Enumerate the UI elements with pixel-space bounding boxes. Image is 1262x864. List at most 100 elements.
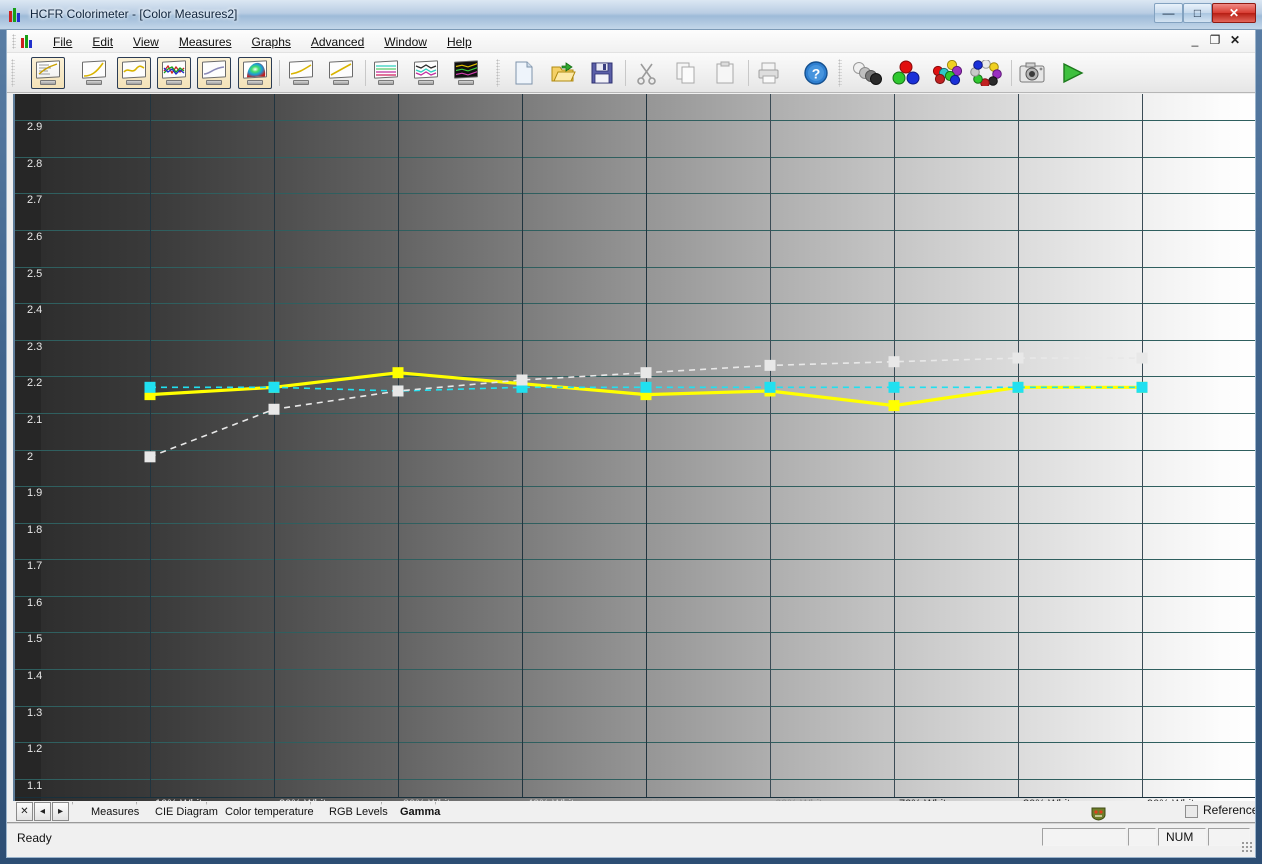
- cut-button[interactable]: [630, 57, 664, 89]
- menu-measures-label: Measures: [178, 34, 232, 49]
- help-button[interactable]: ?: [799, 57, 833, 89]
- reference-checkbox[interactable]: [1185, 805, 1198, 818]
- menu-file[interactable]: File: [43, 32, 82, 52]
- spectrum-view-button[interactable]: [449, 57, 483, 89]
- data-point-marker[interactable]: [516, 374, 528, 386]
- toolbar-separator: [748, 60, 749, 86]
- title-bar: HCFR Colorimeter - [Color Measures2] — □…: [0, 0, 1262, 30]
- data-point-marker[interactable]: [888, 381, 900, 393]
- toolbar-drag-grip[interactable]: [11, 59, 15, 87]
- scissors-icon: [637, 63, 656, 85]
- data-point-marker[interactable]: [392, 385, 404, 397]
- mdi-restore-button[interactable]: ❐: [1207, 33, 1223, 49]
- menu-help-label: Help: [446, 34, 472, 49]
- window-maximize-button[interactable]: □: [1183, 3, 1212, 23]
- open-document-button[interactable]: [546, 57, 580, 89]
- floppy-save-icon: [591, 62, 613, 84]
- data-point-marker[interactable]: [1136, 352, 1148, 364]
- data-point-marker[interactable]: [392, 367, 404, 379]
- window-title: HCFR Colorimeter - [Color Measures2]: [30, 7, 238, 21]
- question-mark-icon: ?: [804, 61, 828, 85]
- toolbar-separator: [365, 60, 366, 86]
- save-document-button[interactable]: [585, 57, 619, 89]
- data-point-marker[interactable]: [1012, 381, 1024, 393]
- tab-next-button[interactable]: ▸: [52, 802, 69, 821]
- saturation-measure-button[interactable]: [929, 57, 963, 89]
- data-point-marker[interactable]: [640, 367, 652, 379]
- tab-separator: [435, 802, 449, 822]
- menu-window[interactable]: Window: [374, 32, 437, 52]
- toolbar-separator: [625, 60, 626, 86]
- toolbar-separator: [1011, 60, 1012, 86]
- data-point-marker[interactable]: [268, 403, 280, 415]
- menu-window-label: Window: [384, 34, 427, 49]
- menu-drag-grip[interactable]: [12, 34, 16, 49]
- capture-button[interactable]: [1015, 57, 1049, 89]
- new-file-icon: [515, 61, 533, 85]
- window-minimize-button[interactable]: —: [1154, 3, 1183, 23]
- paste-button[interactable]: [708, 57, 742, 89]
- data-point-marker[interactable]: [888, 400, 900, 412]
- printer-icon: [758, 62, 779, 84]
- rgb-jagged-view-button[interactable]: [409, 57, 443, 89]
- run-button[interactable]: [1055, 57, 1089, 89]
- print-button[interactable]: [752, 57, 786, 89]
- hcfr-bars-icon: [9, 8, 24, 22]
- data-point-marker[interactable]: [640, 381, 652, 393]
- mdi-minimize-button[interactable]: _: [1187, 33, 1203, 49]
- near-black-view-button[interactable]: [284, 57, 318, 89]
- data-point-marker[interactable]: [1136, 381, 1148, 393]
- copy-button[interactable]: [669, 57, 703, 89]
- luminance-curve-view-button[interactable]: [77, 57, 111, 89]
- rgb-lines-view-button[interactable]: [369, 57, 403, 89]
- toolbar-drag-grip[interactable]: [496, 59, 500, 87]
- plot-series-layer: [144, 352, 1148, 463]
- color-temp-view-button[interactable]: [197, 57, 231, 89]
- menu-bar: File Edit View Measures Graphs Advanced …: [7, 30, 1255, 53]
- saturation-spheres-icon: [932, 60, 962, 86]
- rgb-levels-view-button[interactable]: [157, 57, 191, 89]
- data-point-marker[interactable]: [764, 381, 776, 393]
- full-measure-button[interactable]: [969, 57, 1003, 89]
- menu-graphs[interactable]: Graphs: [242, 32, 301, 52]
- status-pane-2: [1128, 828, 1156, 846]
- tab-prev-button[interactable]: ◂: [34, 802, 51, 821]
- monitor-curve-icon: [80, 60, 108, 85]
- data-point-marker[interactable]: [764, 359, 776, 371]
- application-window: HCFR Colorimeter - [Color Measures2] — □…: [0, 0, 1262, 864]
- primaries-measure-button[interactable]: [889, 57, 923, 89]
- data-point-marker[interactable]: [1012, 352, 1024, 364]
- tab-color-temperature[interactable]: Color temperature: [217, 802, 322, 822]
- grayscale-spheres-icon: [853, 62, 882, 85]
- measures-grid-view-button[interactable]: [31, 57, 65, 89]
- menu-items: File Edit View Measures Graphs Advanced …: [43, 30, 482, 53]
- near-white-view-button[interactable]: [324, 57, 358, 89]
- grayscale-measure-button[interactable]: [849, 57, 883, 89]
- sensor-icon: [1091, 807, 1106, 821]
- gamma-graph[interactable]: 2.9 2.8 2.7 2.6 2.5 2.4 2.3 2.2 2.1 2 1.9 1.8 1.7 1.6…: [13, 94, 1255, 857]
- window-close-button[interactable]: ✕: [1212, 3, 1256, 23]
- data-point-marker[interactable]: [888, 356, 900, 368]
- resize-grip[interactable]: [1241, 841, 1253, 853]
- cie-diagram-view-button[interactable]: [238, 57, 272, 89]
- data-point-marker[interactable]: [268, 381, 280, 393]
- color-wheel-spheres-icon: [970, 60, 1002, 86]
- menu-measures[interactable]: Measures: [169, 32, 242, 52]
- menu-edit[interactable]: Edit: [82, 32, 123, 52]
- toolbar-separator: [279, 60, 280, 86]
- mdi-close-button[interactable]: ✕: [1227, 33, 1243, 49]
- menu-help[interactable]: Help: [437, 32, 482, 52]
- monitor-list-icon: [34, 60, 62, 85]
- tab-close-button[interactable]: ✕: [16, 802, 33, 821]
- menu-view[interactable]: View: [123, 32, 169, 52]
- monitor-curve2-icon: [287, 60, 315, 85]
- svg-text:?: ?: [812, 66, 821, 82]
- gamma-curve-view-button[interactable]: [117, 57, 151, 89]
- data-point-marker[interactable]: [144, 451, 156, 463]
- new-document-button[interactable]: [507, 57, 541, 89]
- monitor-cie-icon: [241, 60, 269, 85]
- data-point-marker[interactable]: [144, 381, 156, 393]
- clipboard-icon: [716, 61, 734, 84]
- menu-advanced[interactable]: Advanced: [301, 32, 374, 52]
- toolbar-drag-grip[interactable]: [838, 59, 842, 87]
